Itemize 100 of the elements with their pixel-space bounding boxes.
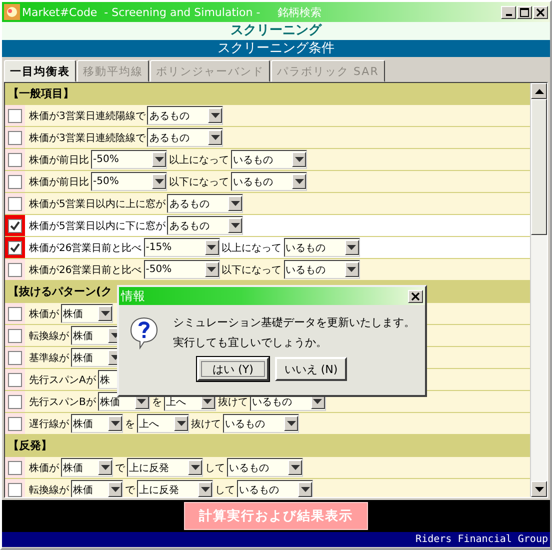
checkbox[interactable]: [8, 372, 22, 386]
dropdown[interactable]: いるもの: [284, 260, 360, 279]
condition-label: 株価が3営業日連続陰線で: [29, 132, 146, 144]
caret-icon: [292, 152, 306, 167]
condition-label: 以上になって: [169, 154, 229, 166]
condition-label: で: [125, 484, 135, 496]
dropdown[interactable]: いるもの: [237, 480, 313, 497]
checkbox[interactable]: [8, 262, 22, 276]
maximize-button[interactable]: [517, 6, 532, 18]
dropdown[interactable]: 上に反発: [127, 458, 203, 477]
condition-label: 株価が26営業日前と比べ: [29, 264, 142, 276]
caret-icon: [208, 108, 222, 123]
condition-label: 遅行線が: [29, 418, 69, 430]
caret-icon: [204, 262, 219, 277]
close-button[interactable]: [533, 6, 548, 18]
dropdown[interactable]: あるもの: [167, 216, 244, 235]
condition-label: して: [215, 484, 235, 496]
condition-label: 先行スパンBが: [29, 396, 96, 408]
dropdown[interactable]: あるもの: [147, 128, 224, 147]
caret-icon: [208, 130, 222, 145]
close-icon: [536, 8, 545, 16]
caret-icon: [152, 174, 166, 189]
dropdown[interactable]: 株価: [71, 414, 123, 433]
close-button[interactable]: [408, 290, 423, 302]
dropdown[interactable]: いるもの: [231, 150, 307, 169]
dropdown[interactable]: -15%: [144, 238, 220, 257]
condition-label: 株価が前日比: [29, 176, 89, 188]
caret-icon: [188, 460, 202, 475]
section-banner: スクリーニング条件: [2, 40, 550, 57]
close-icon: [411, 292, 420, 300]
app-icon: [4, 4, 20, 20]
caret-icon: [98, 460, 112, 475]
checkbox[interactable]: [8, 328, 22, 342]
condition-label: 以上になって: [222, 242, 282, 254]
checkbox[interactable]: [8, 306, 22, 320]
page-heading: スクリーニング: [2, 22, 550, 40]
scrollbar[interactable]: [530, 83, 547, 497]
tab[interactable]: 一目均衡表: [4, 60, 76, 82]
caret-icon: [98, 306, 112, 321]
checkbox[interactable]: [8, 130, 22, 144]
condition-label: 株価が前日比: [29, 154, 89, 166]
dropdown[interactable]: いるもの: [284, 238, 360, 257]
section-header: 【一般項目】: [5, 83, 530, 105]
caret-icon: [344, 262, 359, 277]
checkbox[interactable]: [8, 240, 22, 254]
down-arrow-icon: [534, 486, 544, 492]
condition-label: 株価が: [29, 462, 59, 474]
dropdown[interactable]: いるもの: [231, 172, 307, 191]
dropdown[interactable]: -50%: [91, 172, 167, 191]
scroll-thumb[interactable]: [531, 99, 547, 235]
caret-icon: [152, 152, 166, 167]
up-arrow-icon: [534, 88, 544, 94]
checkbox[interactable]: [8, 394, 22, 408]
checkbox[interactable]: [8, 350, 22, 364]
dropdown[interactable]: あるもの: [147, 106, 224, 125]
caret-icon: [228, 218, 242, 233]
section-header: 【反発】: [5, 435, 530, 457]
checkbox[interactable]: [8, 416, 22, 430]
status-text: Riders Financial Group: [416, 534, 548, 545]
dialog-button[interactable]: はい (Y): [197, 357, 269, 381]
checkbox[interactable]: [8, 218, 22, 232]
dropdown[interactable]: -50%: [91, 150, 167, 169]
dropdown[interactable]: 上に反発: [137, 480, 213, 497]
maximize-icon: [520, 8, 529, 16]
minimize-button[interactable]: [501, 6, 516, 18]
condition-label: 転換線が: [29, 484, 69, 496]
dropdown[interactable]: いるもの: [223, 414, 299, 433]
dialog-button[interactable]: いいえ (N): [275, 357, 347, 381]
checkbox[interactable]: [8, 482, 22, 496]
condition-label: 先行スパンAが: [29, 374, 96, 386]
checkbox[interactable]: [8, 174, 22, 188]
condition-label: 基準線が: [29, 352, 69, 364]
condition-label: 以下になって: [222, 264, 282, 276]
dropdown[interactable]: 株価: [71, 480, 123, 497]
condition-label: 株価が26営業日前と比べ: [29, 242, 142, 254]
checkbox[interactable]: [8, 152, 22, 166]
dropdown[interactable]: あるもの: [167, 194, 244, 213]
condition-label: 株価が5営業日以内に上に窓が: [29, 198, 166, 210]
caret-icon: [198, 482, 212, 497]
dropdown[interactable]: 株価: [61, 458, 113, 477]
scroll-up-button[interactable]: [531, 83, 547, 99]
scroll-down-button[interactable]: [531, 481, 547, 497]
condition-label: で: [115, 462, 125, 474]
question-icon: [129, 316, 159, 350]
caret-icon: [344, 240, 359, 255]
dropdown[interactable]: 上へ: [137, 414, 189, 433]
checkbox[interactable]: [8, 196, 22, 210]
window-title: Market#Code - Screening and Simulation - 銘柄検索: [22, 4, 323, 20]
dropdown[interactable]: いるもの: [227, 458, 303, 477]
condition-label: 転換線が: [29, 330, 69, 342]
checkbox[interactable]: [8, 108, 22, 122]
caret-icon: [108, 482, 122, 497]
dialog-title: 情報: [121, 288, 145, 304]
condition-label: 株価が3営業日連続陽線で: [29, 110, 146, 122]
dropdown[interactable]: -50%: [144, 260, 220, 279]
checkbox[interactable]: [8, 460, 22, 474]
dialog-message: シミュレーション基礎データを更新いたします。: [173, 315, 415, 331]
dropdown[interactable]: 株価: [61, 304, 113, 323]
dialog-message: 実行しても宜しいでしょうか。: [173, 335, 328, 351]
caret-icon: [108, 416, 122, 431]
